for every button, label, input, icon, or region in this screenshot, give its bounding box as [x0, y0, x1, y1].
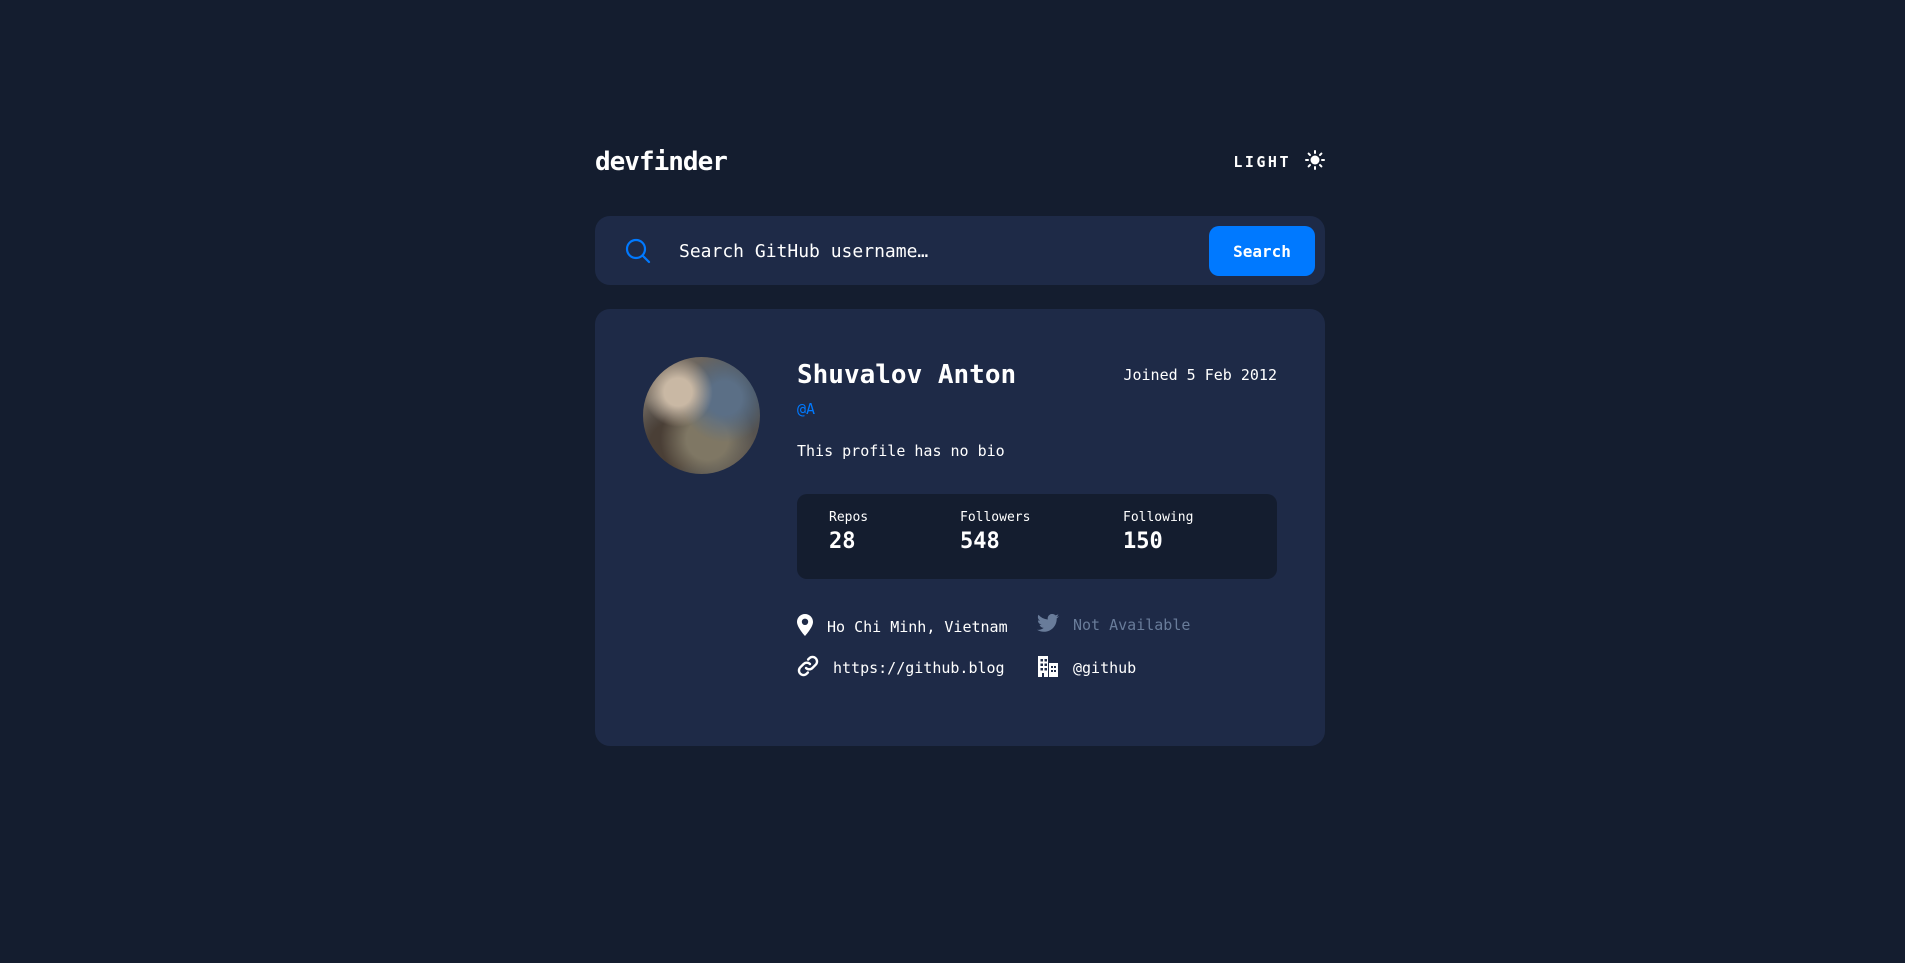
location-pin-icon [797, 614, 813, 640]
logo: devfinder [595, 147, 728, 177]
search-icon [625, 238, 651, 264]
stat-followers-label: Followers [960, 510, 1031, 525]
joined-date: Joined 5 Feb 2012 [1123, 366, 1277, 384]
twitter-icon [1037, 613, 1059, 636]
stat-repos-label: Repos [829, 510, 869, 525]
search-button[interactable]: Search [1209, 226, 1315, 276]
location-item: Ho Chi Minh, Vietnam [797, 614, 1008, 640]
search-bar: Search [595, 216, 1325, 285]
profile-name: Shuvalov Anton [797, 360, 1017, 390]
blog-item: https://github.blog [797, 655, 1005, 681]
theme-toggle-label: LIGHT [1233, 153, 1291, 171]
sun-icon [1305, 150, 1325, 174]
stat-followers: Followers 548 [960, 510, 1030, 554]
stats-panel: Repos 28 Followers 548 Following 150 [797, 494, 1277, 579]
header: devfinder LIGHT [595, 143, 1325, 181]
theme-toggle-button[interactable]: LIGHT [1233, 150, 1325, 174]
profile-login-link[interactable]: @A [797, 400, 815, 418]
stat-following-label: Following [1123, 510, 1194, 525]
avatar [643, 357, 760, 474]
stat-following: Following 150 [1123, 510, 1193, 554]
search-input[interactable] [679, 234, 1179, 268]
twitter-text: Not Available [1073, 616, 1191, 634]
profile-bio: This profile has no bio [797, 442, 1005, 460]
blog-link[interactable]: https://github.blog [833, 659, 1005, 677]
stat-repos-value: 28 [829, 529, 856, 554]
stat-followers-value: 548 [960, 529, 1000, 554]
location-text: Ho Chi Minh, Vietnam [827, 618, 1008, 636]
building-icon [1037, 655, 1059, 681]
link-icon [797, 655, 819, 681]
twitter-item: Not Available [1037, 613, 1191, 636]
profile-card: Shuvalov Anton Joined 5 Feb 2012 @A This… [595, 309, 1325, 746]
stat-following-value: 150 [1123, 529, 1163, 554]
company-link[interactable]: @github [1073, 659, 1136, 677]
company-item: @github [1037, 655, 1136, 681]
stat-repos: Repos 28 [829, 510, 868, 554]
